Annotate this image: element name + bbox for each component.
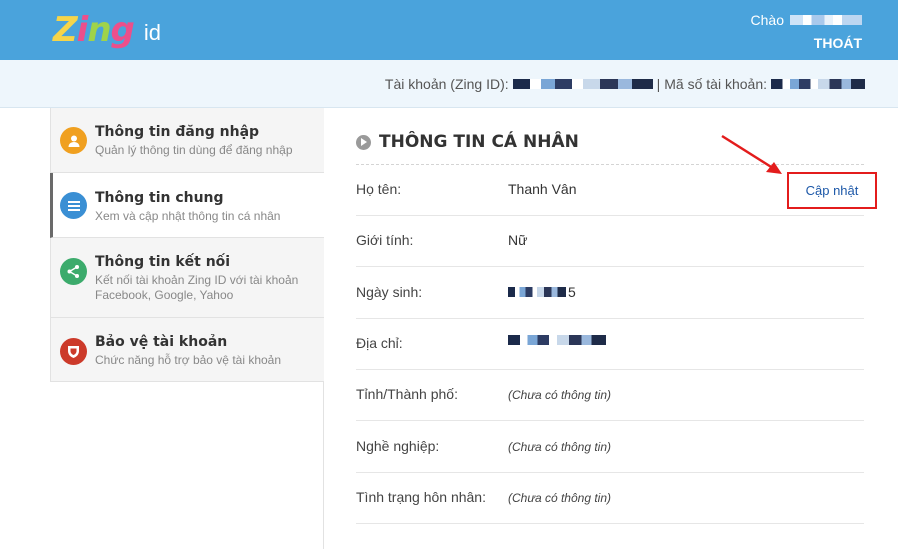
- info-row-occupation: Nghề nghiệp: (Chưa có thông tin): [356, 422, 864, 473]
- sidebar-item-title: Thông tin kết nối: [95, 254, 231, 270]
- row-label: Nghề nghiệp:: [356, 438, 440, 454]
- share-icon: [60, 258, 87, 285]
- row-label: Tình trạng hôn nhân:: [356, 489, 486, 505]
- info-row-gender: Giới tính: Nữ: [356, 216, 864, 267]
- account-info-bar: Tài khoản (Zing ID): | Mã số tài khoản:: [0, 60, 898, 108]
- row-label: Tỉnh/Thành phố:: [356, 386, 458, 402]
- info-row-birthday: Ngày sinh: 5: [356, 268, 864, 319]
- shield-icon: [60, 338, 87, 365]
- info-row-city: Tỉnh/Thành phố: (Chưa có thông tin): [356, 370, 864, 421]
- redacted-account-number: [771, 79, 865, 89]
- list-icon: [60, 192, 87, 219]
- section-header: THÔNG TIN CÁ NHÂN: [356, 132, 579, 152]
- zing-logo-text: Zing: [53, 10, 135, 50]
- separator: |: [656, 76, 661, 92]
- row-label: Ngày sinh:: [356, 284, 423, 300]
- info-row-marital-status: Tình trạng hôn nhân: (Chưa có thông tin): [356, 473, 864, 524]
- row-label: Giới tính:: [356, 232, 414, 248]
- play-circle-icon: [356, 134, 371, 150]
- row-label: Địa chỉ:: [356, 335, 403, 351]
- sidebar-item-desc: Kết nối tài khoản Zing ID với tài khoản …: [95, 273, 299, 302]
- main-content: THÔNG TIN CÁ NHÂN Họ tên: Thanh Vân Giới…: [324, 108, 898, 549]
- row-value: [508, 335, 606, 345]
- sidebar-item-desc: Quản lý thông tin dùng để đăng nhập: [95, 143, 293, 157]
- row-value: Thanh Vân: [508, 181, 577, 197]
- user-icon: [60, 127, 87, 154]
- redacted-zing-id: [512, 79, 653, 89]
- row-value: (Chưa có thông tin): [508, 440, 611, 454]
- update-highlight-box: Cập nhật: [787, 172, 877, 209]
- row-label: Họ tên:: [356, 181, 402, 197]
- row-value: (Chưa có thông tin): [508, 491, 611, 505]
- row-value: Nữ: [508, 232, 528, 248]
- redacted-username: [790, 15, 862, 25]
- row-value: (Chưa có thông tin): [508, 388, 611, 402]
- sidebar-item-desc: Xem và cập nhật thông tin cá nhân: [95, 209, 281, 223]
- arrow-annotation-icon: [721, 134, 782, 174]
- greeting-label: Chào: [750, 12, 784, 28]
- row-value: 5: [508, 284, 576, 300]
- zing-id-label: Tài khoản (Zing ID):: [384, 76, 509, 92]
- account-info: Tài khoản (Zing ID): | Mã số tài khoản:: [385, 76, 865, 92]
- sidebar-item-connections[interactable]: Thông tin kết nối Kết nối tài khoản Zing…: [50, 238, 324, 318]
- section-title: THÔNG TIN CÁ NHÂN: [379, 132, 579, 152]
- sidebar-item-title: Bảo vệ tài khoản: [95, 334, 228, 350]
- info-row-address: Địa chỉ:: [356, 319, 864, 370]
- birthday-visible-digit: 5: [568, 284, 576, 300]
- sidebar-item-login-info[interactable]: Thông tin đăng nhập Quản lý thông tin dù…: [50, 108, 324, 173]
- greeting: Chào: [751, 12, 862, 28]
- logout-button[interactable]: THOÁT: [814, 35, 862, 51]
- sidebar-item-desc: Chức năng hỗ trợ bảo vệ tài khoản: [95, 353, 282, 367]
- sidebar-item-title: Thông tin chung: [95, 190, 224, 206]
- redacted-birthday: [508, 287, 566, 297]
- top-header: Zing id Chào THOÁT: [0, 0, 898, 60]
- sidebar-item-title: Thông tin đăng nhập: [95, 124, 260, 140]
- redacted-address: [508, 335, 606, 345]
- sidebar: Thông tin đăng nhập Quản lý thông tin dù…: [50, 108, 324, 549]
- sidebar-item-general-info[interactable]: Thông tin chung Xem và cập nhật thông ti…: [50, 173, 324, 238]
- account-number-label: Mã số tài khoản:: [664, 76, 767, 92]
- sidebar-item-account-protection[interactable]: Bảo vệ tài khoản Chức năng hỗ trợ bảo vệ…: [50, 318, 324, 382]
- update-button[interactable]: Cập nhật: [789, 183, 875, 198]
- zing-id-logo[interactable]: Zing id: [53, 7, 161, 53]
- logo-suffix: id: [143, 20, 161, 45]
